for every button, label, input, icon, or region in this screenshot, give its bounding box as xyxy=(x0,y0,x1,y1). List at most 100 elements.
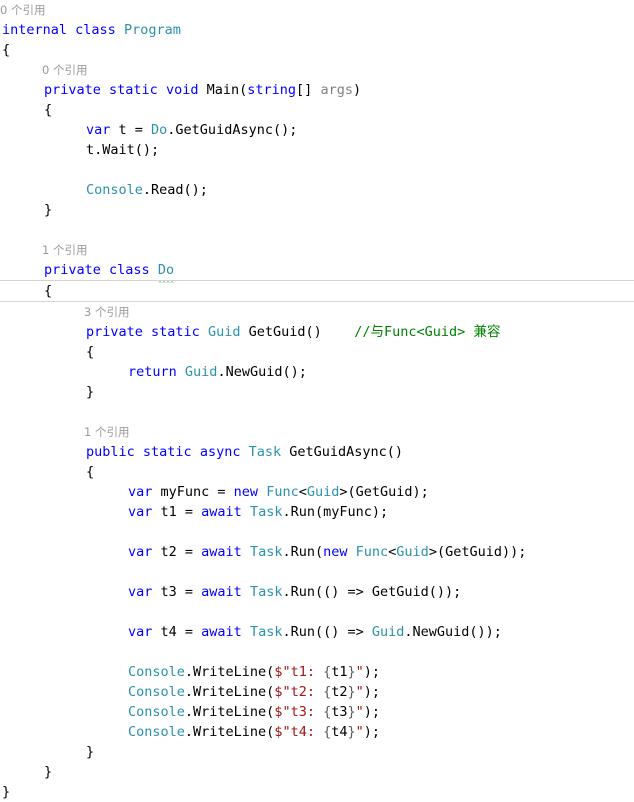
token-type: Guid xyxy=(396,544,429,560)
code-line[interactable]: } xyxy=(0,200,634,220)
token-plain: } xyxy=(44,202,53,218)
token-plain: { xyxy=(2,42,11,58)
code-line[interactable]: } xyxy=(0,382,634,402)
token-kw: return xyxy=(128,364,177,380)
code-line[interactable]: var t = Do.GetGuidAsync(); xyxy=(0,120,634,140)
token-type: Task xyxy=(249,584,283,600)
code-line[interactable] xyxy=(0,220,634,240)
code-line[interactable]: private class Do xyxy=(0,260,634,283)
token-type: Do xyxy=(151,122,168,138)
token-kw: private xyxy=(44,82,101,98)
code-line[interactable]: Console.WriteLine($"t4: {t4}"); xyxy=(0,722,634,742)
code-line[interactable]: { xyxy=(0,100,634,120)
code-line[interactable]: Console.WriteLine($"t1: {t1}"); xyxy=(0,662,634,682)
token-codelens: 0 个引用 xyxy=(0,3,46,17)
code-line[interactable]: return Guid.NewGuid(); xyxy=(0,362,634,382)
codelens-reference-annotation[interactable]: 1 个引用 xyxy=(0,240,634,260)
code-line[interactable] xyxy=(0,402,634,422)
code-line[interactable]: public static async Task GetGuidAsync() xyxy=(0,442,634,462)
token-plain: [] xyxy=(296,82,321,98)
token-kw: new xyxy=(233,484,259,500)
token-codelens: 3 个引用 xyxy=(84,305,130,319)
token-kw: internal xyxy=(2,22,68,38)
code-line[interactable]: { xyxy=(0,280,634,302)
code-line[interactable]: Console.WriteLine($"t3: {t3}"); xyxy=(0,702,634,722)
token-ibrace: } xyxy=(347,684,356,700)
token-str: t4: xyxy=(290,724,324,740)
token-strp: " xyxy=(355,724,364,740)
code-line[interactable]: { xyxy=(0,40,634,60)
token-kw: var xyxy=(86,122,111,138)
code-line[interactable] xyxy=(0,160,634,180)
codelens-reference-annotation[interactable]: 0 个引用 xyxy=(0,60,634,80)
code-line[interactable]: var t1 = await Task.Run(myFunc); xyxy=(0,502,634,522)
token-cmt: //与Func<Guid> 兼容 xyxy=(354,324,501,340)
token-kw: await xyxy=(201,584,242,600)
token-str: t3: xyxy=(290,704,324,720)
token-codelens: 1 个引用 xyxy=(42,243,88,257)
token-kw: new xyxy=(323,544,348,560)
token-strp: " xyxy=(355,664,364,680)
token-type: Func xyxy=(266,484,299,500)
token-kw: var xyxy=(128,484,153,500)
code-line[interactable]: } xyxy=(0,742,634,762)
token-plain: GetGuidAsync() xyxy=(281,444,404,460)
token-codelens: 1 个引用 xyxy=(84,425,130,439)
code-line[interactable]: } xyxy=(0,762,634,782)
token-kw: void xyxy=(165,82,199,98)
token-plain: t = xyxy=(110,122,152,138)
code-line[interactable] xyxy=(0,602,634,622)
token-kw: class xyxy=(109,262,150,278)
token-strp: $" xyxy=(274,704,291,720)
code-line[interactable]: var myFunc = new Func<Guid>(GetGuid); xyxy=(0,482,634,502)
code-line[interactable]: Console.WriteLine($"t2: {t2}"); xyxy=(0,682,634,702)
token-type: Console xyxy=(128,684,185,700)
token-type: Task xyxy=(248,444,282,460)
code-line[interactable]: var t2 = await Task.Run(new Func<Guid>(G… xyxy=(0,542,634,562)
code-line[interactable]: t.Wait(); xyxy=(0,140,634,160)
code-line[interactable]: var t3 = await Task.Run(() => GetGuid())… xyxy=(0,582,634,602)
token-type: Console xyxy=(86,182,143,198)
token-kw: var xyxy=(128,504,153,520)
code-line[interactable] xyxy=(0,642,634,662)
token-ibrace: { xyxy=(323,704,332,720)
token-kw: public xyxy=(86,444,135,460)
token-kw: async xyxy=(199,444,241,460)
token-kw: var xyxy=(128,624,153,640)
token-plain: t1 xyxy=(331,664,348,680)
token-kw: await xyxy=(201,624,242,640)
code-line[interactable] xyxy=(0,522,634,542)
code-line[interactable]: } xyxy=(0,782,634,802)
code-line[interactable]: internal class Program xyxy=(0,20,634,40)
token-type: Task xyxy=(249,544,283,560)
token-plain: ); xyxy=(363,704,381,720)
token-type: Guid xyxy=(371,624,405,640)
token-ibrace: } xyxy=(347,724,356,740)
codelens-reference-annotation[interactable]: 3 个引用 xyxy=(0,302,634,322)
token-strp: " xyxy=(355,684,364,700)
code-line[interactable]: { xyxy=(0,342,634,362)
codelens-reference-annotation[interactable]: 1 个引用 xyxy=(0,422,634,442)
code-line[interactable]: var t4 = await Task.Run(() => Guid.NewGu… xyxy=(0,622,634,642)
token-plain: .WriteLine( xyxy=(184,684,275,700)
token-kw: private xyxy=(44,262,101,278)
token-plain: >(GetGuid)); xyxy=(428,544,527,560)
codelens-reference-annotation[interactable]: 0 个引用 xyxy=(0,0,634,20)
token-kw: await xyxy=(201,544,242,560)
code-line[interactable]: private static void Main(string[] args) xyxy=(0,80,634,100)
code-line[interactable]: Console.Read(); xyxy=(0,180,634,200)
token-type: Task xyxy=(249,504,283,520)
code-line[interactable] xyxy=(0,562,634,582)
token-plain: .Run( xyxy=(282,544,324,560)
code-line[interactable]: private static Guid GetGuid() //与Func<Gu… xyxy=(0,322,634,342)
code-line[interactable]: { xyxy=(0,462,634,482)
code-editor-surface[interactable]: 0 个引用 internal class Program {0 个引用 private… xyxy=(0,0,634,800)
token-ibrace: { xyxy=(323,664,332,680)
